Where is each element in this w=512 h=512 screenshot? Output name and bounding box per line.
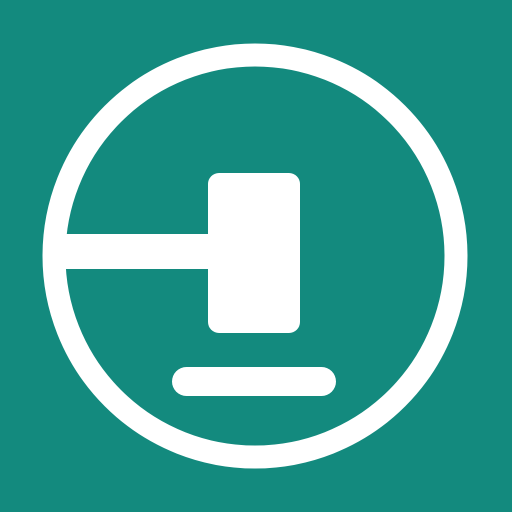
gavel-in-circle-icon	[42, 43, 468, 469]
gavel-handle	[58, 234, 212, 269]
gavel-base	[172, 367, 336, 396]
gavel-head	[208, 173, 300, 333]
app-icon	[0, 0, 512, 512]
